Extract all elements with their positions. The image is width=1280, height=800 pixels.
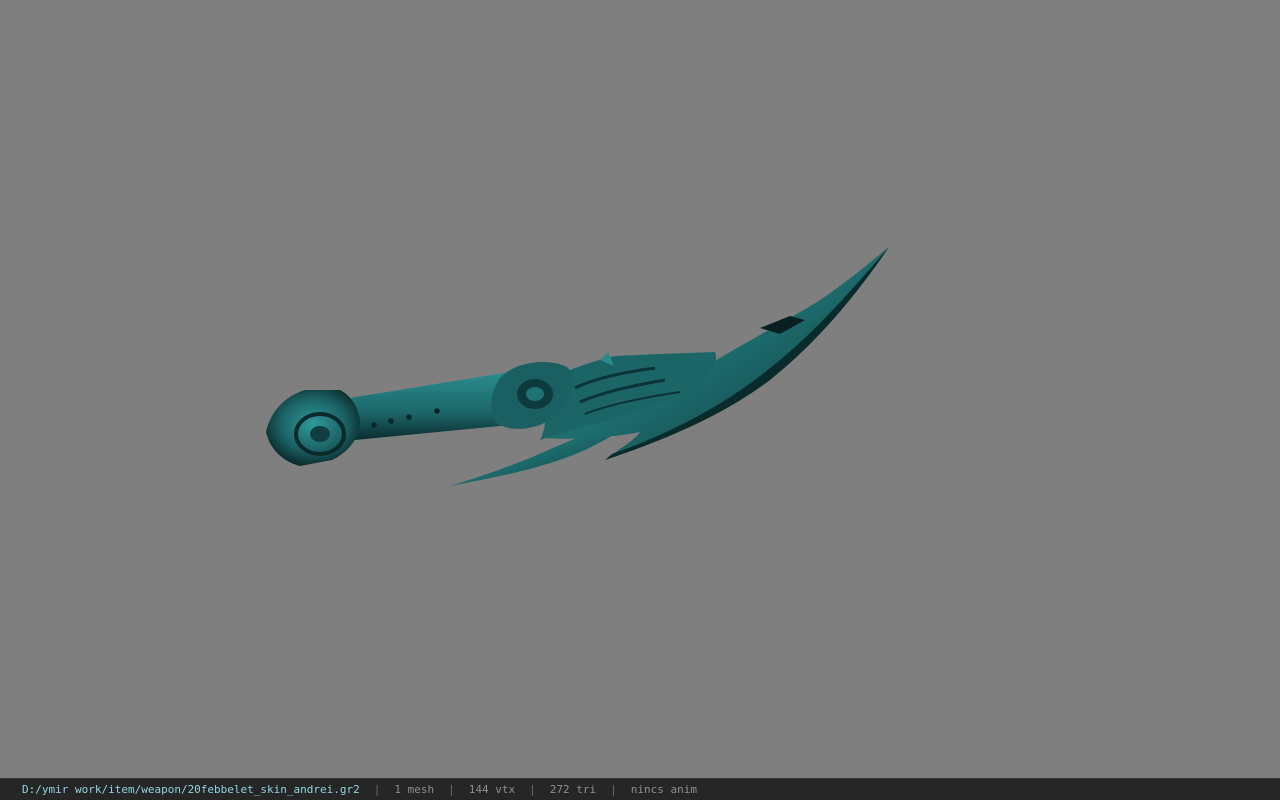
separator: | [373,783,381,796]
animation-status: nincs anim [630,783,697,796]
separator: | [610,783,617,796]
separator: | [448,783,455,796]
blade-main [545,247,889,460]
vertex-count: 144 vtx [468,783,516,796]
model-viewport[interactable] [0,0,1280,778]
triangle-count: 272 tri [549,783,597,796]
mesh-count: 1 mesh [394,783,435,796]
handle-ring-hole [526,387,544,401]
status-bar: D:/ymir work/item/weapon/20febbelet_skin… [0,778,1280,800]
file-path-label: D:/ymir work/item/weapon/20febbelet_skin… [22,783,360,796]
curved-dagger-model[interactable] [0,0,1280,778]
pommel-center [310,426,330,442]
separator: | [529,783,536,796]
